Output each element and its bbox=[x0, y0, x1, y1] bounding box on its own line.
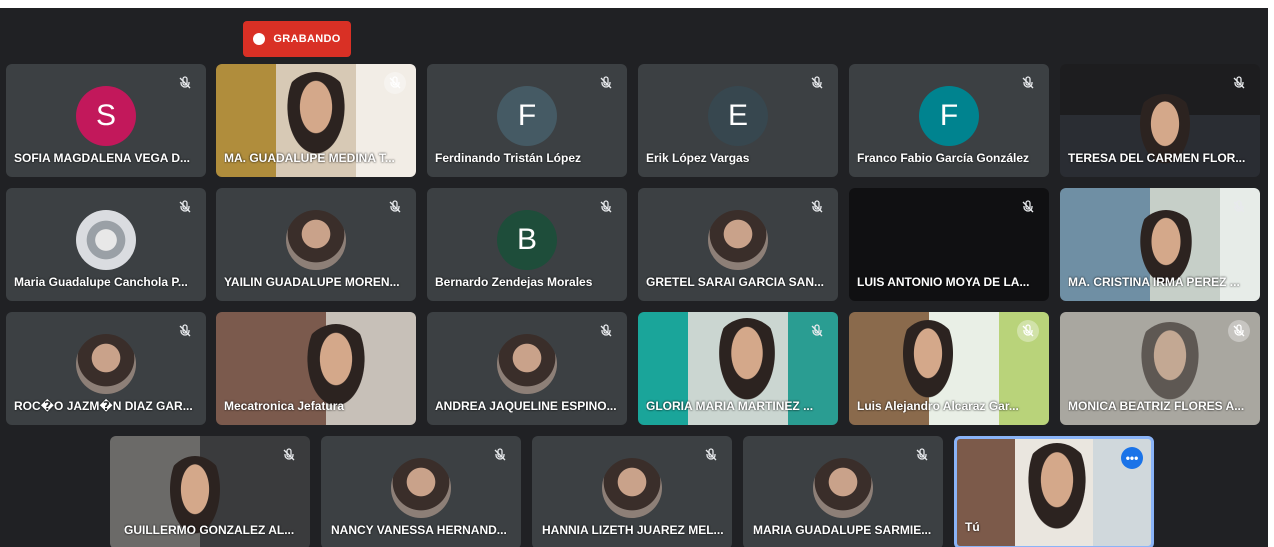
participant-tile[interactable]: MA. GUADALUPE MEDINA T... bbox=[216, 64, 416, 177]
mic-off-icon bbox=[808, 198, 826, 216]
mic-off-icon bbox=[491, 446, 509, 464]
avatar bbox=[76, 210, 136, 270]
mic-off-icon bbox=[808, 322, 826, 340]
participant-name: Bernardo Zendejas Morales bbox=[435, 275, 593, 289]
participant-tile[interactable]: ANDREA JAQUELINE ESPINO... bbox=[427, 312, 627, 425]
mic-off-icon bbox=[913, 446, 931, 464]
participant-tile[interactable]: S SOFIA MAGDALENA VEGA D... bbox=[6, 64, 206, 177]
participant-name: ROC�O JAZM�N DIAZ GAR... bbox=[14, 399, 193, 413]
self-view-tile[interactable]: ••• Tú bbox=[954, 436, 1154, 547]
participant-name: GUILLERMO GONZALEZ AL... bbox=[124, 523, 295, 537]
participant-name: MARIA GUADALUPE SARMIE... bbox=[753, 523, 932, 537]
participant-name: MA. GUADALUPE MEDINA T... bbox=[224, 151, 395, 165]
recording-label: GRABANDO bbox=[273, 33, 341, 45]
mic-off-icon bbox=[702, 446, 720, 464]
mic-off-icon bbox=[386, 198, 404, 216]
participant-tile[interactable]: GUILLERMO GONZALEZ AL... bbox=[110, 436, 310, 547]
avatar: F bbox=[497, 86, 557, 146]
participant-name: Erik López Vargas bbox=[646, 151, 750, 165]
participant-name: Franco Fabio García González bbox=[857, 151, 1030, 165]
participant-name: Luis Alejandro Alcaraz Gar... bbox=[857, 399, 1019, 413]
mic-off-icon bbox=[280, 446, 298, 464]
more-options-icon[interactable]: ••• bbox=[1121, 447, 1143, 469]
participant-name: Maria Guadalupe Canchola P... bbox=[14, 275, 188, 289]
mic-off-icon bbox=[1230, 198, 1248, 216]
mic-off-icon bbox=[597, 322, 615, 340]
participant-name: HANNIA LIZETH JUAREZ MEL... bbox=[542, 523, 724, 537]
participant-tile[interactable]: TERESA DEL CARMEN FLOR... bbox=[1060, 64, 1260, 177]
mic-off-icon bbox=[384, 72, 406, 94]
mic-off-icon bbox=[176, 322, 194, 340]
mic-off-icon bbox=[176, 74, 194, 92]
participant-tile[interactable]: NANCY VANESSA HERNAND... bbox=[321, 436, 521, 547]
mic-off-icon bbox=[597, 198, 615, 216]
participant-tile[interactable]: ROC�O JAZM�N DIAZ GAR... bbox=[6, 312, 206, 425]
mic-off-icon bbox=[808, 74, 826, 92]
mic-off-icon bbox=[1230, 74, 1248, 92]
mic-off-icon bbox=[597, 74, 615, 92]
participant-tile[interactable]: GLORIA MARIA MARTINEZ ... bbox=[638, 312, 838, 425]
participant-tile[interactable]: Mecatronica Jefatura bbox=[216, 312, 416, 425]
participant-tile[interactable]: F Ferdinando Tristán López bbox=[427, 64, 627, 177]
mic-off-icon bbox=[1017, 320, 1039, 342]
participant-tile[interactable]: B Bernardo Zendejas Morales bbox=[427, 188, 627, 301]
participant-tile[interactable]: HANNIA LIZETH JUAREZ MEL... bbox=[532, 436, 732, 547]
participant-name: SOFIA MAGDALENA VEGA D... bbox=[14, 151, 191, 165]
participant-name: NANCY VANESSA HERNAND... bbox=[331, 523, 507, 537]
participant-name: Tú bbox=[965, 520, 980, 534]
participant-name: GRETEL SARAI GARCIA SAN... bbox=[646, 275, 825, 289]
participant-tile[interactable]: YAILIN GUADALUPE MOREN... bbox=[216, 188, 416, 301]
avatar bbox=[602, 458, 662, 518]
record-dot-icon bbox=[253, 33, 266, 45]
participant-name: TERESA DEL CARMEN FLOR... bbox=[1068, 151, 1246, 165]
avatar: E bbox=[708, 86, 768, 146]
participant-tile[interactable]: MONICA BEATRIZ FLORES A... bbox=[1060, 312, 1260, 425]
avatar: S bbox=[76, 86, 136, 146]
mic-off-icon bbox=[1019, 198, 1037, 216]
participant-name: YAILIN GUADALUPE MOREN... bbox=[224, 275, 400, 289]
participant-tile[interactable]: MARIA GUADALUPE SARMIE... bbox=[743, 436, 943, 547]
participant-tile[interactable]: GRETEL SARAI GARCIA SAN... bbox=[638, 188, 838, 301]
avatar bbox=[497, 334, 557, 394]
participant-name: MONICA BEATRIZ FLORES A... bbox=[1068, 399, 1245, 413]
avatar bbox=[813, 458, 873, 518]
participant-name: MA. CRISTINA IRMA PEREZ ... bbox=[1068, 275, 1240, 289]
participant-name: Ferdinando Tristán López bbox=[435, 151, 582, 165]
avatar bbox=[391, 458, 451, 518]
avatar: B bbox=[497, 210, 557, 270]
participant-tile[interactable]: E Erik López Vargas bbox=[638, 64, 838, 177]
recording-badge: GRABANDO bbox=[243, 21, 351, 57]
participant-tile[interactable]: Maria Guadalupe Canchola P... bbox=[6, 188, 206, 301]
mic-off-icon bbox=[1228, 320, 1250, 342]
participant-tile[interactable]: LUIS ANTONIO MOYA DE LA... bbox=[849, 188, 1049, 301]
participant-name: ANDREA JAQUELINE ESPINO... bbox=[435, 399, 617, 413]
mic-off-icon bbox=[176, 198, 194, 216]
participant-tile[interactable]: F Franco Fabio García González bbox=[849, 64, 1049, 177]
participant-tile[interactable]: Luis Alejandro Alcaraz Gar... bbox=[849, 312, 1049, 425]
mic-off-icon bbox=[1019, 74, 1037, 92]
participant-name: Mecatronica Jefatura bbox=[224, 399, 345, 413]
avatar bbox=[708, 210, 768, 270]
participant-tile[interactable]: MA. CRISTINA IRMA PEREZ ... bbox=[1060, 188, 1260, 301]
participant-name: LUIS ANTONIO MOYA DE LA... bbox=[857, 275, 1030, 289]
avatar: F bbox=[919, 86, 979, 146]
avatar bbox=[286, 210, 346, 270]
participant-name: GLORIA MARIA MARTINEZ ... bbox=[646, 399, 814, 413]
avatar bbox=[76, 334, 136, 394]
meeting-grid: GRABANDO S SOFIA MAGDALENA VEGA D... MA.… bbox=[0, 0, 1274, 547]
